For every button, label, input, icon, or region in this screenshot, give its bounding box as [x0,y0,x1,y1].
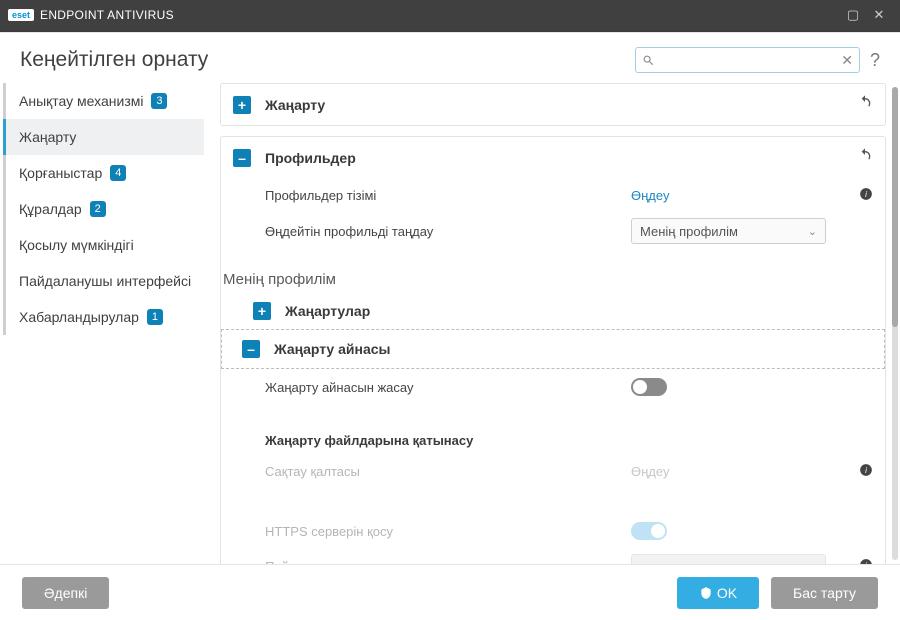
brand-badge: eset [8,9,34,21]
window-maximize-icon[interactable]: ▢ [840,7,866,23]
expand-icon[interactable] [253,302,271,320]
section-header-update[interactable]: Жаңарту [221,84,885,125]
expand-icon[interactable] [233,96,251,114]
product-name: ENDPOINT ANTIVIRUS [40,8,174,22]
sidebar-item-connectivity[interactable]: Қосылу мүмкіндігі [3,227,204,263]
label-files-header: Жаңарту файлдарына қатынасу [265,433,631,448]
collapse-icon[interactable] [242,340,260,358]
shield-icon [699,586,713,600]
select-profile[interactable]: Менің профилім ⌄ [631,218,826,244]
ok-button[interactable]: OK [677,577,759,609]
sidebar-item-label: Құралдар [19,201,82,217]
sidebar-item-label: Жаңарту [19,129,76,145]
section-header-mirror[interactable]: Жаңарту айнасы [221,329,885,369]
section-title: Жаңартулар [285,303,873,319]
sidebar-item-label: Хабарландырулар [19,309,139,325]
default-button[interactable]: Әдепкі [22,577,109,609]
info-icon[interactable]: i [859,187,873,204]
label-profile-list: Профильдер тізімі [265,188,631,203]
label-profile-select: Өңдейтін профильді таңдау [265,224,631,239]
section-title: Жаңарту айнасы [274,341,872,357]
section-title: Профильдер [265,150,857,166]
row-profile-list: Профильдер тізімі Өңдеу i [233,180,873,211]
input-username [631,554,826,564]
info-icon[interactable]: i [859,558,873,565]
toggle-create-mirror[interactable] [631,378,667,396]
row-create-mirror: Жаңарту айнасын жасау [233,371,873,403]
row-storage-folder: Сақтау қалтасы Өңдеу i [233,456,873,487]
page-header: Кеңейтілген орнату ✕ ? [0,33,900,83]
sidebar-item-label: Пайдаланушы интерфейсі [19,273,191,289]
svg-text:i: i [865,560,867,564]
sidebar-item-update[interactable]: Жаңарту [3,119,204,155]
label-storage-folder: Сақтау қалтасы [265,464,631,479]
footer: Әдепкі OK Бас тарту [0,564,900,620]
sidebar-badge: 3 [151,93,167,109]
ok-label: OK [717,585,737,601]
row-username: Пайдаланушы аты i [233,547,873,564]
row-https: HTTPS серверін қосу [233,515,873,547]
link-edit-folder: Өңдеу [631,464,669,479]
search-icon [642,54,655,67]
section-header-profiles[interactable]: Профильдер [221,137,885,178]
content-panel: Жаңарту Профильдер Профильдер тізімі Өңд… [210,83,900,564]
select-value: Менің профилім [640,224,738,239]
info-icon[interactable]: i [859,463,873,480]
scrollbar-thumb[interactable] [892,87,898,327]
sidebar-item-detection[interactable]: Анықтау механизмі 3 [3,83,204,119]
help-icon[interactable]: ? [870,50,880,71]
sidebar-item-label: Қорғаныстар [19,165,102,181]
sidebar-item-label: Анықтау механизмі [19,93,143,109]
sidebar-item-protections[interactable]: Қорғаныстар 4 [3,155,204,191]
window-close-icon[interactable]: ✕ [866,7,892,23]
titlebar: eset ENDPOINT ANTIVIRUS ▢ ✕ [0,0,900,30]
label-create-mirror: Жаңарту айнасын жасау [265,380,631,395]
label-https: HTTPS серверін қосу [265,524,631,539]
sidebar: Анықтау механизмі 3 Жаңарту Қорғаныстар … [0,83,210,564]
link-edit-profiles[interactable]: Өңдеу [631,188,669,203]
cancel-button[interactable]: Бас тарту [771,577,878,609]
revert-icon[interactable] [857,94,873,115]
sidebar-badge: 2 [90,201,106,217]
sidebar-item-ui[interactable]: Пайдаланушы интерфейсі [3,263,204,299]
section-update: Жаңарту [220,83,886,126]
sidebar-badge: 4 [110,165,126,181]
subprofile-heading: Менің профилім [221,263,885,292]
svg-text:i: i [865,466,867,475]
sidebar-badge: 1 [147,309,163,325]
sidebar-item-label: Қосылу мүмкіндігі [19,237,134,253]
row-files-header: Жаңарту файлдарына қатынасу [233,425,873,456]
section-header-updates[interactable]: Жаңартулар [221,292,885,330]
label-username: Пайдаланушы аты [265,559,631,565]
svg-text:i: i [865,190,867,199]
toggle-https [631,522,667,540]
sidebar-item-tools[interactable]: Құралдар 2 [3,191,204,227]
row-profile-select: Өңдейтін профильді таңдау Менің профилім… [233,211,873,251]
section-title: Жаңарту [265,97,857,113]
search-input[interactable] [655,53,841,68]
page-title: Кеңейтілген орнату [20,48,208,72]
sidebar-item-notifications[interactable]: Хабарландырулар 1 [3,299,204,335]
chevron-down-icon: ⌄ [808,225,817,238]
section-profiles: Профильдер Профильдер тізімі Өңдеу i Өңд… [220,136,886,564]
search-clear-icon[interactable]: ✕ [841,52,853,69]
collapse-icon[interactable] [233,149,251,167]
revert-icon[interactable] [857,147,873,168]
search-box[interactable]: ✕ [635,47,860,73]
